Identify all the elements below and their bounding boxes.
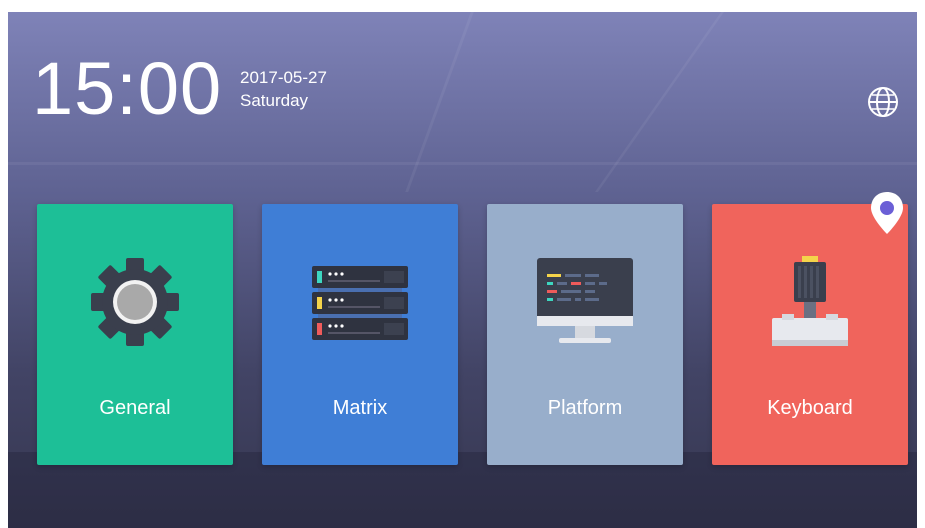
general-label: General: [99, 397, 171, 419]
clock-time: 15:00: [32, 47, 223, 130]
platform-card[interactable]: Platform: [487, 204, 683, 465]
matrix-card[interactable]: Matrix: [262, 204, 458, 465]
ceiling-line: [405, 12, 474, 192]
date-text: 2017-05-27: [240, 68, 327, 87]
matrix-label: Matrix: [332, 397, 388, 419]
keyboard-label: Keyboard: [767, 397, 853, 419]
keyboard-card[interactable]: Keyboard: [712, 204, 908, 465]
monitor-icon: [537, 258, 633, 343]
weekday-text: Saturday: [240, 91, 309, 111]
platform-label: Platform: [547, 397, 623, 419]
date-block: 2017-05-27 Saturday: [240, 68, 327, 115]
server-rack-icon: [312, 266, 408, 340]
ceiling-line: [594, 12, 725, 192]
gear-icon: [91, 258, 179, 346]
general-card[interactable]: General: [37, 204, 233, 465]
globe-icon[interactable]: [866, 85, 900, 119]
ceiling-line: [8, 162, 917, 165]
location-pin-icon: [871, 192, 903, 234]
